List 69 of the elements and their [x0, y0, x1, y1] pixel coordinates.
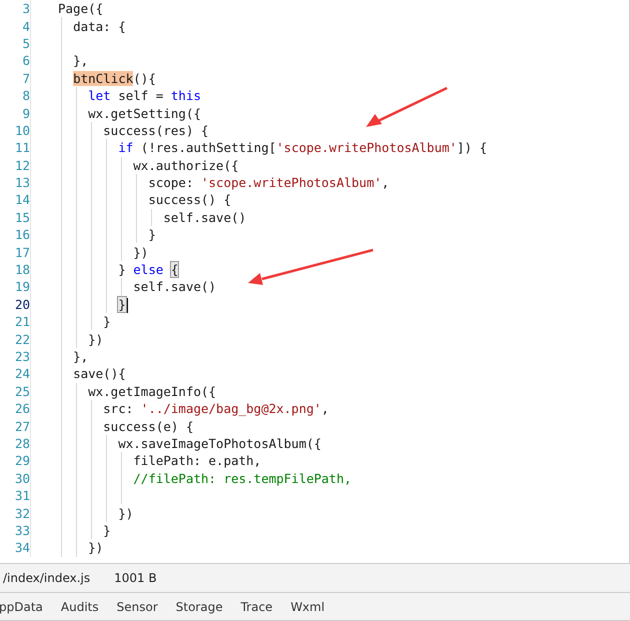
line-number: 7	[21, 70, 31, 86]
devtools-tab[interactable]: Trace	[232, 596, 282, 618]
code-line: //filePath: res.tempFilePath,	[132, 470, 352, 487]
code-line: wx.authorize({	[132, 156, 239, 174]
file-path: /index/index.js	[3, 571, 90, 585]
code-line: success(e) {	[102, 418, 194, 435]
line-number: 20	[14, 296, 31, 312]
devtools-tab[interactable]: Wxml	[282, 596, 334, 618]
code-line: wx.getImageInfo({	[87, 382, 216, 400]
code-line: wx.getSetting({	[87, 104, 201, 122]
devtools-tab[interactable]: ppData	[0, 596, 52, 618]
code-line: Page({	[58, 0, 104, 18]
code-line: scope: 'scope.writePhotosAlbum',	[147, 174, 390, 192]
line-number: 27	[14, 418, 31, 434]
devtools-tab[interactable]: Sensor	[108, 596, 167, 618]
line-number: 25	[14, 384, 31, 399]
line-number: 32	[14, 506, 31, 521]
code-line: self.save()	[162, 208, 246, 226]
line-number: 23	[14, 349, 31, 364]
line-number: 29	[14, 453, 31, 468]
code-line: success(res) {	[102, 122, 209, 139]
line-number: 10	[14, 122, 31, 138]
code-line: },	[72, 52, 88, 70]
line-number: 22	[14, 332, 31, 347]
line-number: 6	[21, 53, 31, 68]
line-number: 16	[14, 227, 31, 242]
code-line: })	[132, 244, 148, 261]
code-line: src: '../image/bag_bg@2x.png',	[102, 400, 329, 418]
line-number: 24	[14, 366, 31, 382]
line-number: 28	[14, 436, 31, 451]
code-line: } else {	[117, 261, 178, 278]
code-line: self.save()	[132, 278, 216, 296]
line-number: 31	[14, 488, 31, 504]
devtools-tab[interactable]: Audits	[52, 596, 108, 618]
line-number: 33	[14, 522, 31, 538]
code-line: wx.saveImageToPhotosAlbum({	[117, 434, 322, 452]
code-line: filePath: e.path,	[132, 452, 262, 470]
code-line: save(){	[72, 365, 126, 382]
line-number: 12	[14, 158, 31, 173]
code-line: }	[147, 226, 156, 244]
line-number: 11	[14, 140, 31, 156]
line-number: 4	[21, 18, 31, 34]
line-number: 26	[14, 401, 31, 416]
code-line: data: {	[72, 18, 126, 35]
code-line: })	[87, 330, 104, 348]
line-number: 14	[14, 192, 31, 208]
line-number: 3	[21, 1, 31, 16]
code-line: btnClick(){	[72, 70, 156, 87]
line-number: 19	[14, 279, 31, 294]
line-number: 18	[14, 262, 31, 278]
line-number: 5	[21, 36, 31, 51]
code-line: let self = this	[87, 87, 202, 104]
line-number: 34	[14, 540, 31, 556]
devtools-tab[interactable]: Storage	[166, 596, 232, 618]
file-size: 1001 B	[114, 571, 157, 585]
code-line: success() {	[147, 191, 232, 208]
line-number: 8	[21, 88, 31, 104]
code-line: })	[87, 539, 104, 556]
code-line: })	[117, 504, 134, 522]
line-number: 17	[14, 244, 31, 260]
code-line: }	[102, 522, 111, 539]
code-line: },	[72, 348, 88, 365]
code-line: }	[102, 313, 111, 330]
line-number: 15	[14, 210, 31, 225]
code-line: if (!res.authSetting['scope.writePhotosAlbum']) {	[117, 139, 488, 156]
line-number: 13	[14, 175, 31, 190]
line-number: 30	[14, 470, 31, 486]
line-number: 21	[14, 314, 31, 330]
line-number: 9	[21, 106, 31, 121]
